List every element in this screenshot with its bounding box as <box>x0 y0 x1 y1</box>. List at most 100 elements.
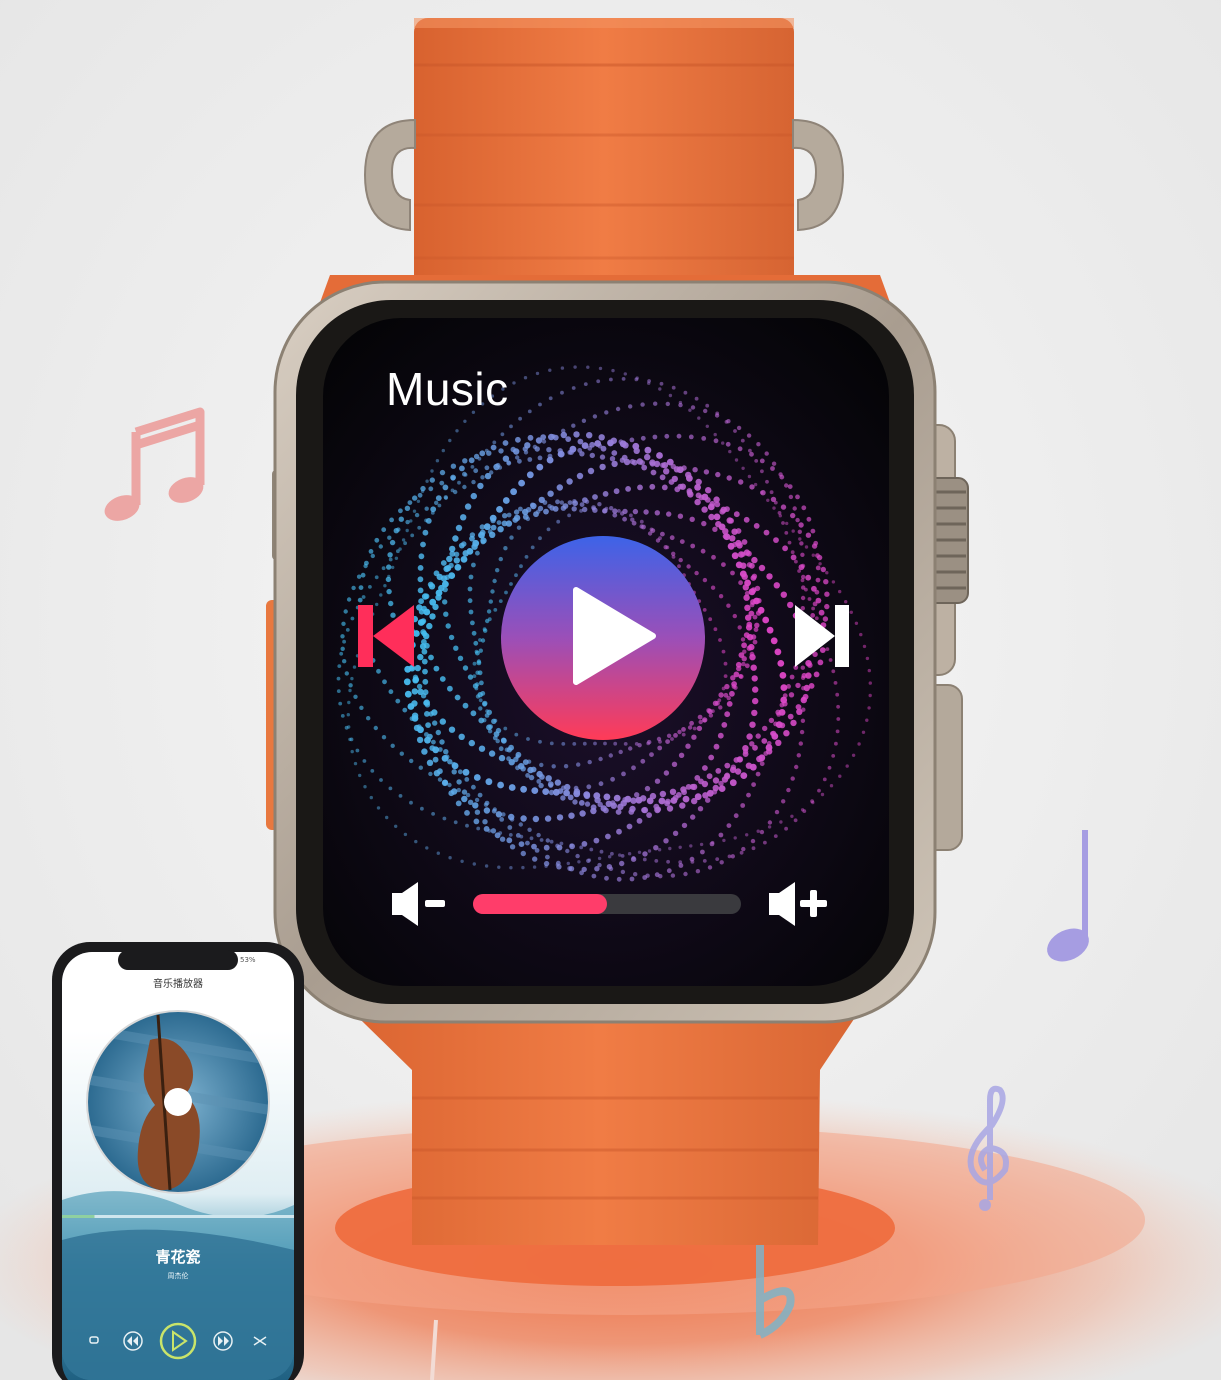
visualizer-dot <box>493 731 500 737</box>
volume-slider[interactable] <box>473 894 741 914</box>
visualizer-dot <box>388 689 394 695</box>
visualizer-dot <box>440 560 447 566</box>
visualizer-dot <box>745 833 749 837</box>
visualizer-dot <box>681 465 687 471</box>
visualizer-dot <box>381 566 386 571</box>
visualizer-dot <box>801 505 807 511</box>
visualizer-dot <box>414 839 418 844</box>
visualizer-dot <box>701 436 707 441</box>
visualizer-dot <box>666 859 670 864</box>
visualizer-dot <box>579 502 585 507</box>
visualizer-dot <box>640 402 645 407</box>
visualizer-dot <box>691 734 697 740</box>
visualizer-dot <box>705 797 711 803</box>
visualizer-dot <box>401 538 406 542</box>
visualizer-dot <box>471 479 476 485</box>
visualizer-dot <box>336 676 341 681</box>
visualizer-dot <box>694 570 699 576</box>
visualizer-dot <box>810 613 816 618</box>
visualizer-dot <box>509 424 513 429</box>
visualizer-dot <box>811 553 815 557</box>
visualizer-dot <box>733 836 737 840</box>
visualizer-dot <box>722 528 729 535</box>
visualizer-dot <box>404 505 411 511</box>
visualizer-dot <box>831 669 836 674</box>
visualizer-dot <box>678 752 685 758</box>
visualizer-dot <box>467 598 473 604</box>
visualizer-dot <box>731 528 738 535</box>
visualizer-dot <box>836 704 840 709</box>
visualizer-dot <box>453 645 459 651</box>
visualizer-dot <box>464 810 470 816</box>
visualizer-dot <box>779 722 786 729</box>
visualizer-dot <box>340 646 345 651</box>
visualizer-dot <box>492 578 497 584</box>
visualizer-dot <box>851 753 856 757</box>
visualizer-dot <box>669 788 677 795</box>
visualizer-dot <box>399 751 404 756</box>
visualizer-dot <box>497 526 504 533</box>
visualizer-dot <box>353 694 358 699</box>
visualizer-dot <box>462 665 469 671</box>
visualizer-dot <box>414 664 421 672</box>
visualizer-dot <box>612 508 618 514</box>
visualizer-dot <box>630 797 637 804</box>
visualizer-dot <box>790 776 795 781</box>
visualizer-dot <box>560 366 565 370</box>
visualizer-dot <box>712 700 719 706</box>
visualizer-dot <box>516 525 522 530</box>
visualizer-dot <box>663 838 669 844</box>
visualizer-dot <box>640 795 647 802</box>
visualizer-dot <box>359 705 364 710</box>
visualizer-dot <box>578 800 585 806</box>
visualizer-dot <box>642 857 647 862</box>
visualizer-dot <box>536 463 544 471</box>
visualizer-dot <box>424 506 429 511</box>
visualizer-dot <box>645 873 650 878</box>
visualizer-dot <box>660 531 665 537</box>
visualizer-dot <box>707 865 713 870</box>
visualizer-dot <box>490 524 497 531</box>
visualizer-dot <box>610 802 617 809</box>
visualizer-dot <box>751 675 758 682</box>
visualizer-dot <box>649 461 656 467</box>
visualizer-dot <box>551 434 556 439</box>
phone-progress-fill <box>62 1215 95 1218</box>
visualizer-dot <box>388 786 393 791</box>
visualizer-dot <box>811 606 815 611</box>
visualizer-dot <box>424 518 428 523</box>
visualizer-dot <box>478 706 483 711</box>
visualizer-dot <box>441 448 445 453</box>
visualizer-dot <box>609 377 613 382</box>
visualizer-dot <box>733 429 737 433</box>
visualizer-dot <box>797 569 801 573</box>
play-button[interactable] <box>501 536 705 740</box>
visualizer-dot <box>468 739 475 747</box>
visualizer-dot <box>420 693 427 699</box>
visualizer-dot <box>488 750 496 757</box>
visualizer-dot <box>703 408 708 414</box>
visualizer-dot <box>703 469 710 475</box>
visualizer-dot <box>731 552 739 560</box>
visualizer-dot <box>779 702 785 708</box>
visualizer-dot <box>417 653 424 661</box>
visualizer-dot <box>368 549 374 554</box>
visualizer-dot <box>687 725 693 730</box>
visualizer-dot <box>801 686 806 691</box>
visualizer-dot <box>800 563 806 569</box>
visualizer-dot <box>619 457 626 463</box>
visualizer-dot <box>489 531 496 538</box>
visualizer-dot <box>759 761 765 767</box>
visualizer-dot <box>702 859 707 863</box>
visualizer-dot <box>780 684 788 691</box>
visualizer-dot <box>559 841 564 846</box>
visualizer-dot <box>597 856 602 861</box>
visualizer-dot <box>348 683 353 688</box>
visualizer-dot <box>358 585 364 590</box>
visualizer-dot <box>442 599 448 605</box>
visualizer-dot <box>725 441 731 447</box>
visualizer-dot <box>518 479 525 487</box>
visualizer-dot <box>700 849 705 855</box>
visualizer-dot <box>490 589 495 594</box>
visualizer-dot <box>695 869 701 874</box>
